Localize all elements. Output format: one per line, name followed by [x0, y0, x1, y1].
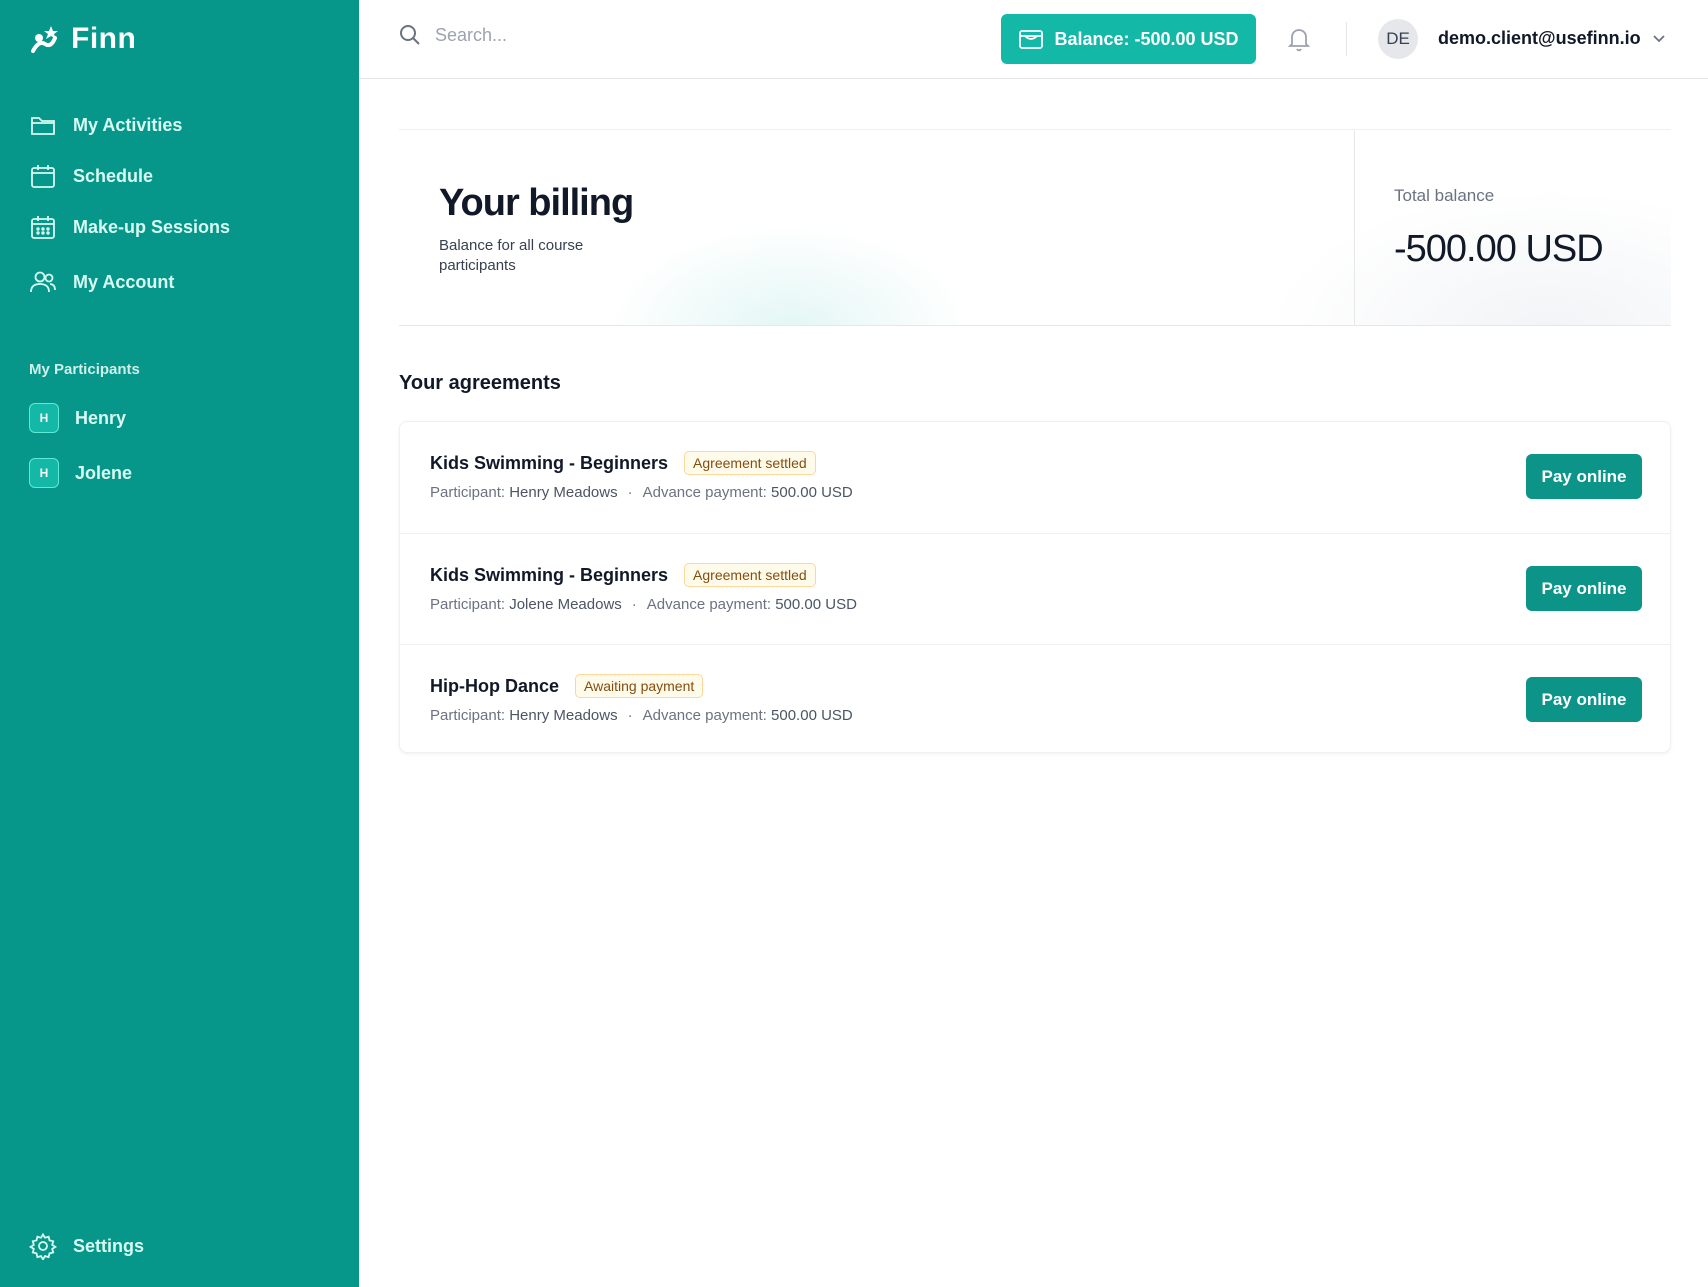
agreement-meta: Participant: Henry Meadows · Advance pay… [430, 484, 853, 501]
participant-value: Henry Meadows [509, 707, 618, 724]
agreement-heading: Kids Swimming - Beginners Agreement sett… [430, 563, 816, 587]
advance-value: 500.00 USD [775, 596, 857, 613]
status-badge: Agreement settled [684, 451, 816, 475]
sidebar-item-my-activities[interactable]: My Activities [29, 111, 182, 139]
sidebar-item-label: My Account [73, 271, 175, 292]
participant-info: Participant: Henry Meadows [430, 707, 618, 724]
advance-prefix: Advance payment: [646, 596, 772, 613]
search-input[interactable] [435, 24, 735, 46]
folder-icon [31, 117, 55, 135]
agreement-row: Kids Swimming - Beginners Agreement sett… [400, 422, 1670, 533]
advance-value: 500.00 USD [771, 707, 853, 724]
brand-logo[interactable]: Finn [31, 22, 136, 56]
sidebar-item-label: Schedule [73, 165, 154, 186]
participant-name: Henry [75, 407, 127, 428]
pay-online-button[interactable]: Pay online [1526, 566, 1642, 611]
agreement-meta: Participant: Henry Meadows · Advance pay… [430, 707, 853, 724]
participant-avatar: H [29, 458, 59, 488]
participant-name: Jolene [75, 462, 133, 483]
advance-info: Advance payment: 500.00 USD [643, 484, 853, 501]
total-balance-value: -500.00 USD [1394, 228, 1604, 270]
settings-label: Settings [73, 1235, 145, 1256]
status-badge: Agreement settled [684, 563, 816, 587]
hero-divider [1354, 130, 1355, 325]
advance-prefix: Advance payment: [642, 707, 767, 724]
balance-button[interactable]: Balance: -500.00 USD [1001, 14, 1256, 64]
sidebar: Finn My Activities Schedule Make-up Sess… [0, 0, 359, 1287]
course-name: Kids Swimming - Beginners [430, 564, 669, 585]
participant-value: Jolene Meadows [509, 596, 622, 613]
notifications-button[interactable] [1287, 26, 1311, 57]
advance-value: 500.00 USD [771, 484, 853, 501]
meta-separator: · [627, 484, 633, 501]
participant-item-jolene[interactable]: H Jolene [29, 458, 132, 488]
finn-logo-icon [31, 26, 58, 53]
search-icon [400, 25, 420, 45]
gear-icon [29, 1232, 57, 1260]
sidebar-item-settings[interactable]: Settings [29, 1232, 144, 1260]
agreement-row: Hip-Hop Dance Awaiting payment Participa… [400, 644, 1670, 755]
participant-avatar: H [29, 403, 59, 433]
pay-online-button[interactable]: Pay online [1526, 677, 1642, 722]
course-name: Hip-Hop Dance [430, 675, 560, 696]
sidebar-item-my-account[interactable]: My Account [29, 268, 174, 296]
billing-summary: Your billing Balance for all course part… [399, 129, 1671, 326]
participant-info: Participant: Henry Meadows [430, 484, 618, 501]
search-bar[interactable] [399, 24, 735, 46]
sidebar-item-label: Make-up Sessions [73, 216, 231, 237]
agreements-title: Your agreements [399, 372, 561, 394]
bell-icon [1287, 29, 1311, 52]
participant-prefix: Participant: [430, 707, 506, 724]
avatar[interactable]: DE [1378, 19, 1418, 59]
participants-heading: My Participants [29, 361, 140, 378]
header-divider [1346, 22, 1347, 56]
status-badge: Awaiting payment [575, 674, 704, 698]
sidebar-item-label: My Activities [73, 114, 183, 135]
top-header: Balance: -500.00 USD DE demo.client@usef… [359, 0, 1708, 79]
calendar-grid-icon [31, 216, 55, 239]
page-subtitle: Balance for all course participants [439, 237, 584, 274]
participant-info: Participant: Jolene Meadows [430, 596, 622, 613]
advance-prefix: Advance payment: [642, 484, 767, 501]
balance-label: Balance: -500.00 USD [1054, 28, 1239, 49]
meta-separator: · [631, 596, 637, 613]
pay-online-button[interactable]: Pay online [1526, 454, 1642, 499]
participant-prefix: Participant: [430, 484, 506, 501]
user-menu-toggle[interactable] [1651, 30, 1667, 51]
agreements-list: Kids Swimming - Beginners Agreement sett… [399, 421, 1671, 753]
agreement-heading: Hip-Hop Dance Awaiting payment [430, 674, 704, 698]
sidebar-item-make-up-sessions[interactable]: Make-up Sessions [29, 213, 230, 241]
agreement-heading: Kids Swimming - Beginners Agreement sett… [430, 451, 816, 475]
wallet-icon [1019, 30, 1044, 49]
participant-value: Henry Meadows [509, 484, 618, 501]
page-title: Your billing [439, 182, 634, 224]
agreement-row: Kids Swimming - Beginners Agreement sett… [400, 533, 1670, 644]
sidebar-item-schedule[interactable]: Schedule [29, 162, 153, 190]
calendar-icon [31, 165, 55, 188]
course-name: Kids Swimming - Beginners [430, 452, 669, 473]
advance-info: Advance payment: 500.00 USD [647, 596, 857, 613]
users-icon [30, 271, 56, 293]
brand-name: Finn [71, 22, 137, 55]
user-email[interactable]: demo.client@usefinn.io [1438, 28, 1641, 49]
advance-info: Advance payment: 500.00 USD [643, 707, 853, 724]
chevron-down-icon [1653, 35, 1665, 43]
agreement-meta: Participant: Jolene Meadows · Advance pa… [430, 596, 857, 613]
participant-item-henry[interactable]: H Henry [29, 403, 126, 433]
participant-prefix: Participant: [430, 596, 506, 613]
meta-separator: · [627, 707, 633, 724]
total-balance-label: Total balance [1394, 186, 1495, 205]
